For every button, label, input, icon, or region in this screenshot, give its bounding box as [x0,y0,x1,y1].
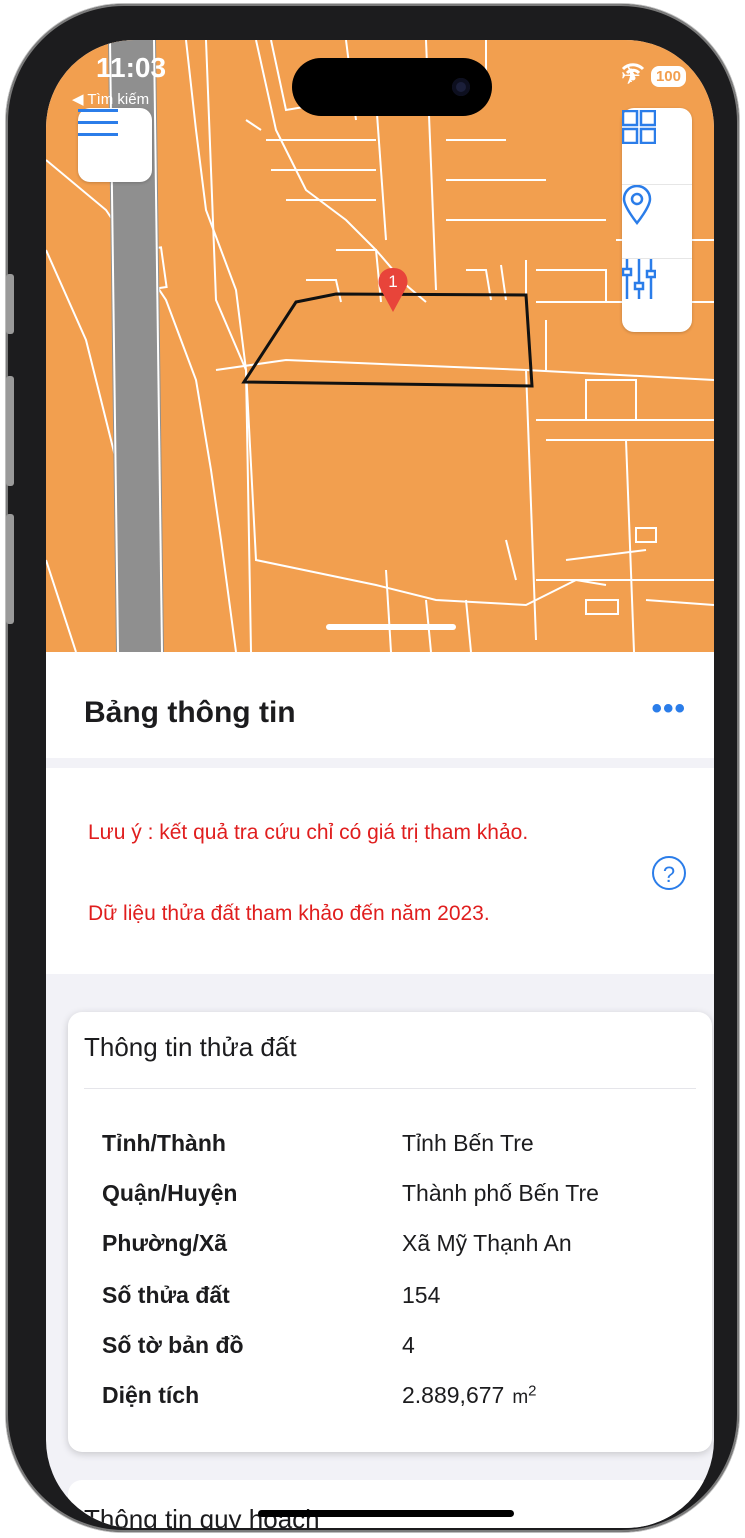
wifi-icon [621,63,644,81]
divider [84,1088,696,1089]
volume-down-button [6,514,14,624]
camera-icon [452,78,470,96]
dynamic-island [292,58,492,116]
map-marker-label: 1 [388,272,397,291]
mute-switch [6,274,14,334]
planning-info-card[interactable]: Thông tin quy hoạch [68,1480,712,1528]
row-value: Xã Mỹ Thạnh An [402,1230,572,1256]
notice-disclaimer: Lưu ý : kết quả tra cứu chỉ có giá trị t… [88,821,529,844]
row-label: Số tờ bản đồ [102,1332,244,1358]
info-row-district: Quận/Huyện Thành phố Bến Tre [102,1180,682,1224]
volume-up-button [6,376,14,486]
row-value: 154 [402,1282,441,1308]
notice-data-year: Dữ liệu thửa đất tham khảo đến năm 2023. [88,902,490,925]
row-value: Tỉnh Bến Tre [402,1130,534,1156]
help-button[interactable]: ? [652,856,686,890]
area-unit-base: m [512,1387,529,1408]
row-label: Tỉnh/Thành [102,1130,226,1156]
menu-button[interactable] [78,108,152,182]
map-tools-panel [622,108,692,332]
area-value: 2.889,677 [402,1382,505,1408]
area-unit: m2 [512,1383,536,1408]
notice-panel: Lưu ý : kết quả tra cứu chỉ có giá trị t… [46,768,714,974]
row-value: 4 [402,1332,415,1358]
row-label: Số thửa đất [102,1282,230,1308]
area-unit-exponent: 2 [528,1382,537,1400]
battery-indicator: 100 [650,66,686,87]
row-value: Thành phố Bến Tre [402,1180,599,1206]
layers-button[interactable] [622,110,692,182]
row-label: Phường/Xã [102,1230,228,1256]
parcel-card-title: Thông tin thửa đất [84,1032,297,1062]
grid-icon [622,110,656,144]
parcel-info-card: Thông tin thửa đất Tỉnh/Thành Tỉnh Bến T… [68,1012,712,1452]
map-marker[interactable]: 1 [378,268,408,312]
sheet-grabber[interactable] [326,624,456,630]
info-row-area: Diện tích 2.889,677 m2 [102,1382,682,1426]
more-options-button[interactable]: ••• [651,692,686,726]
status-icons: ✈ 100 [621,62,686,91]
phone-frame: 1 11:03 ◀ Tìm kiếm ✈ 100 [6,4,739,1532]
info-row-province: Tỉnh/Thành Tỉnh Bến Tre [102,1130,682,1174]
screen: 1 11:03 ◀ Tìm kiếm ✈ 100 [46,40,714,1528]
status-time: 11:03 [96,52,167,83]
home-indicator[interactable] [258,1510,514,1517]
row-value-area: 2.889,677 m2 [402,1382,537,1409]
location-pin-icon [622,185,652,225]
filter-button[interactable] [622,258,692,331]
info-sheet-header: Bảng thông tin ••• [46,652,714,758]
locate-button[interactable] [622,184,692,257]
map-view[interactable]: 1 11:03 ◀ Tìm kiếm ✈ 100 [46,40,714,652]
row-label: Quận/Huyện [102,1180,238,1206]
sliders-icon [622,259,656,299]
info-row-ward: Phường/Xã Xã Mỹ Thạnh An [102,1230,682,1274]
info-row-parcel-number: Số thửa đất 154 [102,1282,682,1326]
hamburger-icon [78,109,118,136]
info-row-map-sheet: Số tờ bản đồ 4 [102,1332,682,1376]
back-to-search-link[interactable]: ◀ Tìm kiếm [72,90,149,108]
sheet-title: Bảng thông tin [84,696,296,729]
row-label: Diện tích [102,1382,200,1408]
